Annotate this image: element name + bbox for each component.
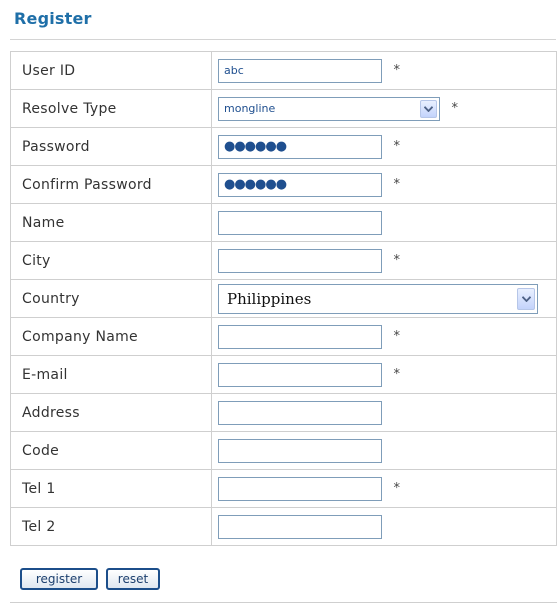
city-cell: * (211, 241, 557, 280)
register-button[interactable]: register (20, 568, 98, 590)
address-label: Address (10, 393, 212, 432)
code-cell (211, 431, 557, 470)
user-id-cell: * (211, 51, 557, 90)
tel2-label: Tel 2 (10, 507, 212, 546)
row-name: Name (10, 203, 557, 242)
form-actions: register reset (20, 568, 160, 590)
resolve-type-value: mongline (224, 102, 276, 115)
email-input[interactable] (218, 362, 382, 387)
name-input[interactable] (218, 210, 382, 235)
tel2-cell (211, 507, 557, 546)
code-input[interactable] (218, 438, 382, 463)
password-cell: ●●●●●● * (211, 127, 557, 166)
row-tel1: Tel 1 * (10, 469, 557, 508)
password-label: Password (10, 127, 212, 166)
name-label: Name (10, 203, 212, 242)
name-cell (211, 203, 557, 242)
page-title: Register (14, 9, 92, 28)
tel2-input[interactable] (218, 514, 382, 539)
tel1-label: Tel 1 (10, 469, 212, 508)
address-cell (211, 393, 557, 432)
title-divider (10, 39, 556, 40)
row-city: City * (10, 241, 557, 280)
row-password: Password ●●●●●● * (10, 127, 557, 166)
required-marker: * (393, 253, 400, 268)
required-marker: * (393, 367, 400, 382)
row-confirm-password: Confirm Password ●●●●●● * (10, 165, 557, 204)
required-marker: * (393, 139, 400, 154)
required-marker: * (451, 101, 458, 116)
email-cell: * (211, 355, 557, 394)
confirm-password-input[interactable]: ●●●●●● (218, 172, 382, 197)
row-country: Country Philippines (10, 279, 557, 318)
row-resolve-type: Resolve Type mongline * (10, 89, 557, 128)
country-value: Philippines (227, 289, 312, 308)
country-label: Country (10, 279, 212, 318)
confirm-password-label: Confirm Password (10, 165, 212, 204)
row-address: Address (10, 393, 557, 432)
country-select[interactable]: Philippines (218, 283, 538, 314)
user-id-label: User ID (10, 51, 212, 90)
chevron-down-icon[interactable] (420, 99, 437, 118)
company-name-cell: * (211, 317, 557, 356)
password-input[interactable]: ●●●●●● (218, 134, 382, 159)
row-code: Code (10, 431, 557, 470)
user-id-input[interactable] (218, 58, 382, 83)
reset-button[interactable]: reset (106, 568, 160, 590)
company-name-label: Company Name (10, 317, 212, 356)
country-cell: Philippines (211, 279, 557, 318)
tel1-cell: * (211, 469, 557, 508)
required-marker: * (393, 481, 400, 496)
register-panel: Register User ID * Resolve Type mongline… (0, 0, 558, 604)
required-marker: * (393, 329, 400, 344)
register-form: User ID * Resolve Type mongline * Passwo… (10, 51, 557, 546)
company-name-input[interactable] (218, 324, 382, 349)
required-marker: * (393, 63, 400, 78)
address-input[interactable] (218, 400, 382, 425)
resolve-type-select[interactable]: mongline (218, 96, 440, 121)
row-user-id: User ID * (10, 51, 557, 90)
email-label: E-mail (10, 355, 212, 394)
resolve-type-label: Resolve Type (10, 89, 212, 128)
chevron-down-icon[interactable] (517, 287, 535, 310)
row-company-name: Company Name * (10, 317, 557, 356)
required-marker: * (393, 177, 400, 192)
row-tel2: Tel 2 (10, 507, 557, 546)
code-label: Code (10, 431, 212, 470)
tel1-input[interactable] (218, 476, 382, 501)
row-email: E-mail * (10, 355, 557, 394)
city-label: City (10, 241, 212, 280)
city-input[interactable] (218, 248, 382, 273)
confirm-password-cell: ●●●●●● * (211, 165, 557, 204)
resolve-type-cell: mongline * (211, 89, 557, 128)
form-bottom-divider (10, 602, 557, 603)
